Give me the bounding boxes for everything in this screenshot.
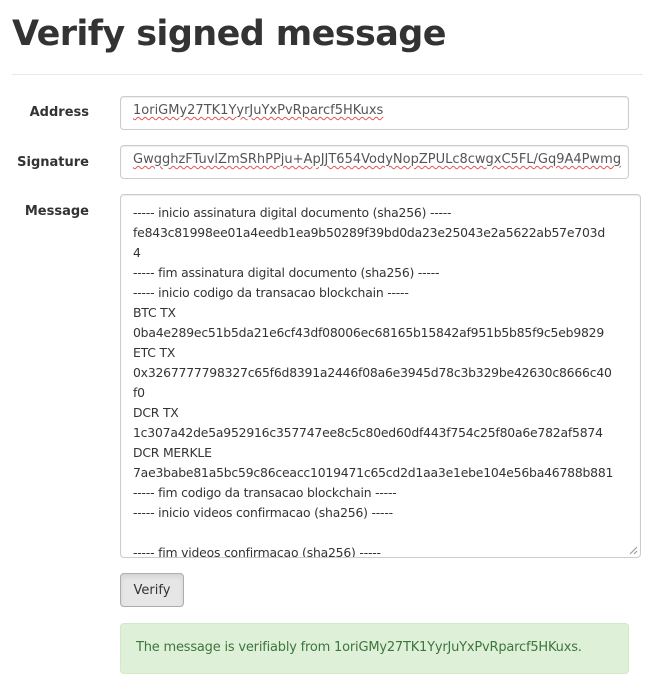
message-line: ETC TX — [133, 345, 176, 360]
message-line: 0ba4e289ec51b5da21e6cf43df08006ec68165b1… — [133, 325, 605, 340]
message-line: BTC TX — [133, 305, 176, 320]
title-divider — [12, 74, 643, 75]
message-line: ----- fim assinatura digital documento (… — [133, 265, 440, 280]
address-input[interactable]: 1oriGMy27TK1YyrJuYxPvRparcf5HKuxs — [120, 96, 629, 130]
address-label: Address — [29, 105, 89, 120]
verification-success-alert: The message is verifiably from 1oriGMy27… — [120, 623, 629, 674]
message-label: Message — [24, 204, 89, 219]
message-line — [133, 523, 629, 543]
message-line: 0x3267777798327c65f6d8391a2446f08a6e3945… — [133, 365, 612, 380]
signature-value: GwgghzFTuvlZmSRhPPju+ApJJT654VodyNopZPUL… — [133, 152, 622, 167]
message-line: ----- fim videos confirmacao (sha256) --… — [133, 545, 381, 558]
signature-input[interactable]: GwgghzFTuvlZmSRhPPju+ApJJT654VodyNopZPUL… — [120, 145, 629, 179]
message-line: 1c307a42de5a952916c357747ee8c5c80ed60df4… — [133, 425, 603, 440]
message-line: ----- inicio assinatura digital document… — [133, 205, 452, 220]
message-line: ----- inicio codigo da transacao blockch… — [133, 285, 409, 300]
message-line: 7ae3babe81a5bc59c86ceacc1019471c65cd2d1a… — [133, 465, 614, 480]
message-line: 4 — [133, 245, 141, 260]
resize-handle-icon[interactable] — [629, 546, 638, 555]
message-line: fe843c81998ee01a4eedb1ea9b50289f39bd0da2… — [133, 225, 605, 240]
message-line: DCR MERKLE — [133, 445, 212, 460]
verify-button[interactable]: Verify — [120, 573, 184, 607]
message-line: ----- fim codigo da transacao blockchain… — [133, 485, 397, 500]
verify-message-page: Verify signed message Address 1oriGMy27T… — [0, 0, 645, 695]
message-line: ----- inicio videos confirmacao (sha256)… — [133, 505, 393, 520]
signature-label: Signature — [17, 155, 89, 170]
message-textarea[interactable]: ----- inicio assinatura digital document… — [120, 194, 641, 558]
page-title: Verify signed message — [12, 14, 446, 54]
message-line: DCR TX — [133, 405, 179, 420]
address-value: 1oriGMy27TK1YyrJuYxPvRparcf5HKuxs — [133, 103, 384, 118]
message-line: f0 — [133, 385, 145, 400]
